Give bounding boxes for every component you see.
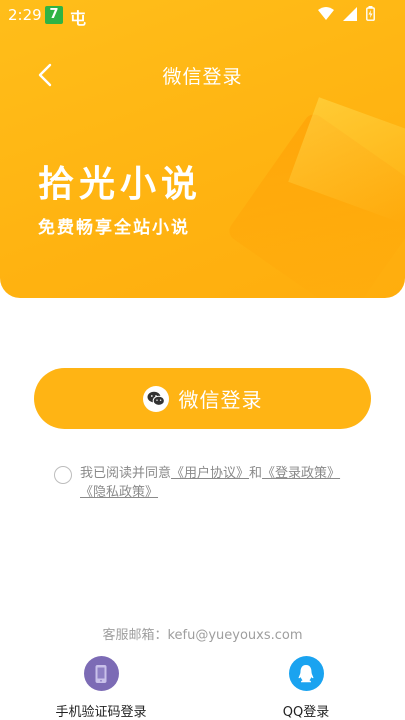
app-notification-icon: 屯 <box>70 9 87 28</box>
login-policy-link[interactable]: 《登录政策》 <box>262 466 340 481</box>
agreement-text: 我已阅读并同意《用户协议》和《登录政策》《隐私政策》 <box>80 464 370 502</box>
service-email: 客服邮箱：kefu@yueyouxs.com <box>102 628 303 643</box>
phone-login-label: 手机验证码登录 <box>55 705 147 720</box>
app-tagline: 免费畅享全站小说 <box>38 218 190 238</box>
user-agreement-link[interactable]: 《用户协议》 <box>171 466 249 481</box>
hero-banner: 2:29 7 屯 微信登录 拾光小说 免费畅享全站小说 <box>0 0 405 298</box>
status-bar: 2:29 7 屯 <box>0 0 405 30</box>
status-icons <box>314 6 375 25</box>
qq-login-label: QQ登录 <box>282 705 330 720</box>
wechat-icon <box>142 385 169 412</box>
status-time: 2:29 <box>8 6 42 24</box>
notification-badge: 7 <box>45 6 63 24</box>
qq-icon <box>288 656 324 691</box>
wechat-login-button[interactable]: 微信登录 <box>34 368 371 429</box>
phone-login-button[interactable]: 手机验证码登录 <box>31 656 171 720</box>
qq-login-button[interactable]: QQ登录 <box>236 656 376 720</box>
wifi-icon <box>318 7 335 25</box>
signal-icon <box>343 7 358 25</box>
privacy-policy-link[interactable]: 《隐私政策》 <box>80 485 158 500</box>
page-title: 微信登录 <box>162 66 243 88</box>
agree-checkbox[interactable] <box>54 466 72 484</box>
agreement-prefix: 我已阅读并同意 <box>80 466 172 481</box>
battery-icon <box>366 6 375 25</box>
agreement-conjunction: 和 <box>249 466 263 481</box>
app-name: 拾光小说 <box>38 164 203 205</box>
phone-icon <box>83 656 119 691</box>
wechat-login-label: 微信登录 <box>178 388 263 412</box>
